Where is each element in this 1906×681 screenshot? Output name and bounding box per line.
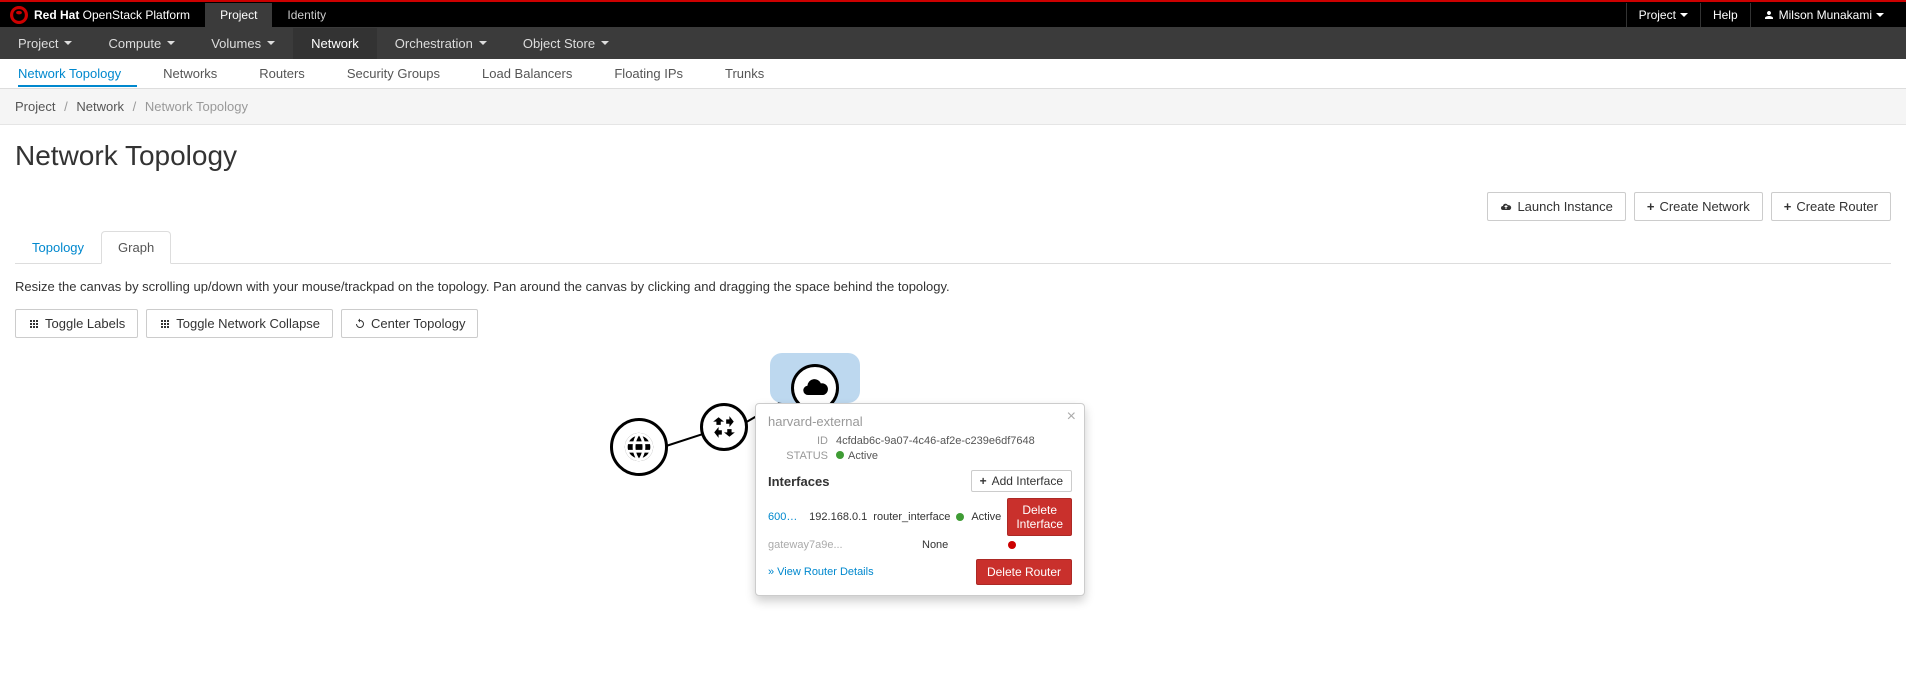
header-tabs: Project Identity [205, 3, 341, 27]
nav-project[interactable]: Project [0, 28, 90, 59]
chevron-down-icon [479, 41, 487, 45]
globe-icon [622, 430, 656, 464]
project-dropdown[interactable]: Project [1626, 3, 1700, 27]
subnav-load-balancers[interactable]: Load Balancers [466, 60, 588, 87]
subnav-networks[interactable]: Networks [147, 60, 233, 87]
external-network-node[interactable] [770, 353, 860, 403]
cloud-upload-icon [1500, 201, 1512, 213]
add-interface-button[interactable]: + Add Interface [971, 470, 1072, 492]
grid-icon [28, 318, 40, 330]
grid-icon [159, 318, 171, 330]
id-value: 4cfdab6c-9a07-4c46-af2e-c239e6df7648 [836, 435, 1035, 447]
tab-topology[interactable]: Topology [15, 231, 101, 263]
interface-status [1008, 541, 1058, 549]
chevron-down-icon [64, 41, 72, 45]
status-dot-icon [836, 451, 844, 459]
nav-compute[interactable]: Compute [90, 28, 193, 59]
router-popover: × harvard-external ID 4cfdab6c-9a07-4c46… [755, 403, 1085, 596]
launch-instance-button[interactable]: Launch Instance [1487, 192, 1625, 221]
chevron-down-icon [267, 41, 275, 45]
id-label: ID [768, 435, 828, 447]
main-nav: Project Compute Volumes Network Orchestr… [0, 27, 1906, 59]
subnav-routers[interactable]: Routers [243, 60, 321, 87]
user-dropdown[interactable]: Milson Munakami [1750, 3, 1896, 27]
page-title: Network Topology [15, 140, 1891, 172]
subnav-network-topology[interactable]: Network Topology [18, 60, 137, 87]
refresh-icon [354, 318, 366, 330]
help-link[interactable]: Help [1700, 3, 1750, 27]
user-icon [1763, 9, 1775, 21]
status-label: STATUS [768, 450, 828, 462]
header-tab-project[interactable]: Project [205, 3, 272, 27]
breadcrumb-current: Network Topology [145, 99, 248, 114]
action-bar: Launch Instance + Create Network + Creat… [15, 192, 1891, 221]
topology-canvas[interactable]: × harvard-external ID 4cfdab6c-9a07-4c46… [15, 353, 1891, 593]
page-content: Network Topology Launch Instance + Creat… [0, 125, 1906, 608]
nav-orchestration[interactable]: Orchestration [377, 28, 505, 59]
tab-graph[interactable]: Graph [101, 231, 171, 264]
interface-row: 600b03d4-62... 192.168.0.1 router_interf… [768, 498, 1072, 536]
interface-type: router_interface [873, 511, 950, 523]
topology-link [663, 432, 706, 448]
brand-logo[interactable]: Red Hat OpenStack Platform [10, 6, 205, 24]
plus-icon: + [980, 474, 987, 488]
subnav-trunks[interactable]: Trunks [709, 60, 780, 87]
nav-volumes[interactable]: Volumes [193, 28, 293, 59]
interface-id: gateway7a9e... [768, 539, 850, 551]
subnav-security-groups[interactable]: Security Groups [331, 60, 456, 87]
redhat-icon [10, 6, 28, 24]
view-tabs: Topology Graph [15, 231, 1891, 264]
interfaces-heading: Interfaces [768, 474, 829, 489]
chevron-down-icon [601, 41, 609, 45]
toggle-network-collapse-button[interactable]: Toggle Network Collapse [146, 309, 333, 338]
nav-network[interactable]: Network [293, 28, 377, 59]
plus-icon: + [1647, 199, 1655, 214]
plus-icon: + [1784, 199, 1792, 214]
cloud-icon [801, 374, 829, 402]
center-topology-button[interactable]: Center Topology [341, 309, 478, 338]
interface-type: None [922, 539, 1002, 551]
interface-row: gateway7a9e... None [768, 539, 1072, 551]
create-router-button[interactable]: + Create Router [1771, 192, 1891, 221]
canvas-controls: Toggle Labels Toggle Network Collapse Ce… [15, 309, 1891, 338]
subnav-floating-ips[interactable]: Floating IPs [598, 60, 699, 87]
brand-text: Red Hat OpenStack Platform [34, 8, 190, 22]
status-dot-icon [956, 513, 964, 521]
router-node[interactable] [700, 403, 748, 451]
interface-status: Active [956, 511, 1001, 523]
toggle-labels-button[interactable]: Toggle Labels [15, 309, 138, 338]
view-router-details-link[interactable]: » View Router Details [768, 566, 874, 578]
delete-router-button[interactable]: Delete Router [976, 559, 1072, 585]
create-network-button[interactable]: + Create Network [1634, 192, 1763, 221]
interface-ip: 192.168.0.1 [809, 511, 867, 523]
help-text: Resize the canvas by scrolling up/down w… [15, 279, 1891, 294]
chevron-down-icon [167, 41, 175, 45]
router-arrows-icon [711, 414, 737, 440]
delete-interface-button[interactable]: Delete Interface [1007, 498, 1072, 536]
chevron-down-icon [1876, 13, 1884, 17]
breadcrumb: Project / Network / Network Topology [0, 89, 1906, 125]
network-node[interactable] [610, 418, 668, 476]
breadcrumb-network[interactable]: Network [76, 99, 124, 114]
popover-title: harvard-external [768, 414, 1072, 429]
nav-object-store[interactable]: Object Store [505, 28, 627, 59]
header-right: Project Help Milson Munakami [1626, 3, 1896, 27]
global-header: Red Hat OpenStack Platform Project Ident… [0, 2, 1906, 27]
header-tab-identity[interactable]: Identity [272, 3, 341, 27]
sub-nav: Network Topology Networks Routers Securi… [0, 59, 1906, 89]
status-dot-icon [1008, 541, 1016, 549]
status-value: Active [836, 450, 878, 462]
breadcrumb-project[interactable]: Project [15, 99, 55, 114]
close-icon[interactable]: × [1067, 408, 1076, 426]
interface-id-link[interactable]: 600b03d4-62... [768, 511, 803, 523]
chevron-down-icon [1680, 13, 1688, 17]
